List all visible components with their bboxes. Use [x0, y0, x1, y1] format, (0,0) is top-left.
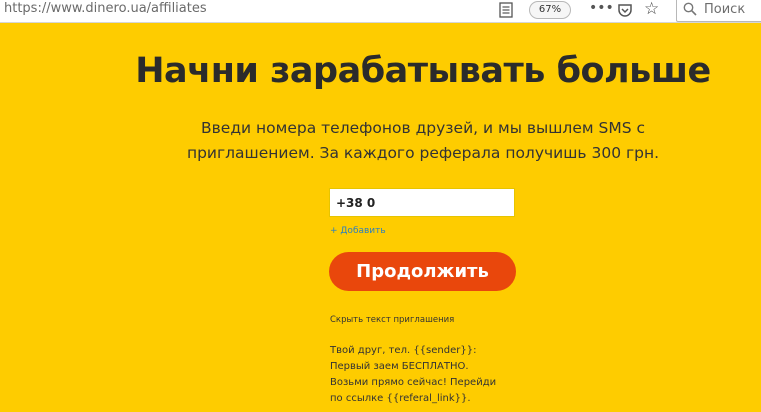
- browser-search-box[interactable]: Поиск: [676, 0, 761, 22]
- invite-line: по ссылке {{referal_link}}.: [330, 393, 471, 404]
- page-title: Начни зарабатывать больше: [135, 51, 711, 91]
- continue-button[interactable]: Продолжить: [329, 252, 516, 291]
- bookmark-star-icon[interactable]: ☆: [644, 0, 659, 19]
- browser-toolbar: https://www.dinero.ua/affiliates 67% •••…: [0, 0, 761, 23]
- invite-line: Первый заем БЕСПЛАТНО.: [330, 361, 469, 372]
- subtitle-line-2: приглашением. За каждого реферала получи…: [186, 144, 660, 162]
- search-placeholder: Поиск: [704, 2, 746, 17]
- phone-number-input[interactable]: [329, 188, 515, 217]
- invite-line: Возьми прямо сейчас! Перейди: [330, 377, 497, 388]
- zoom-level-badge[interactable]: 67%: [529, 1, 571, 19]
- pocket-icon[interactable]: [617, 2, 633, 18]
- search-icon: [683, 2, 697, 16]
- invite-message: Твой друг, тел. {{sender}}: Первый заем …: [330, 343, 530, 407]
- more-icon[interactable]: •••: [589, 0, 614, 16]
- page-subtitle: Введи номера телефонов друзей, и мы вышл…: [173, 116, 673, 166]
- reader-view-icon[interactable]: [499, 2, 513, 18]
- subtitle-line-1: Введи номера телефонов друзей, и мы вышл…: [201, 119, 645, 137]
- invite-line: Твой друг, тел. {{sender}}:: [330, 345, 477, 356]
- add-phone-link[interactable]: + Добавить: [330, 226, 386, 236]
- address-bar-url[interactable]: https://www.dinero.ua/affiliates: [4, 1, 207, 16]
- hide-invite-text-link[interactable]: Скрыть текст приглашения: [330, 315, 454, 325]
